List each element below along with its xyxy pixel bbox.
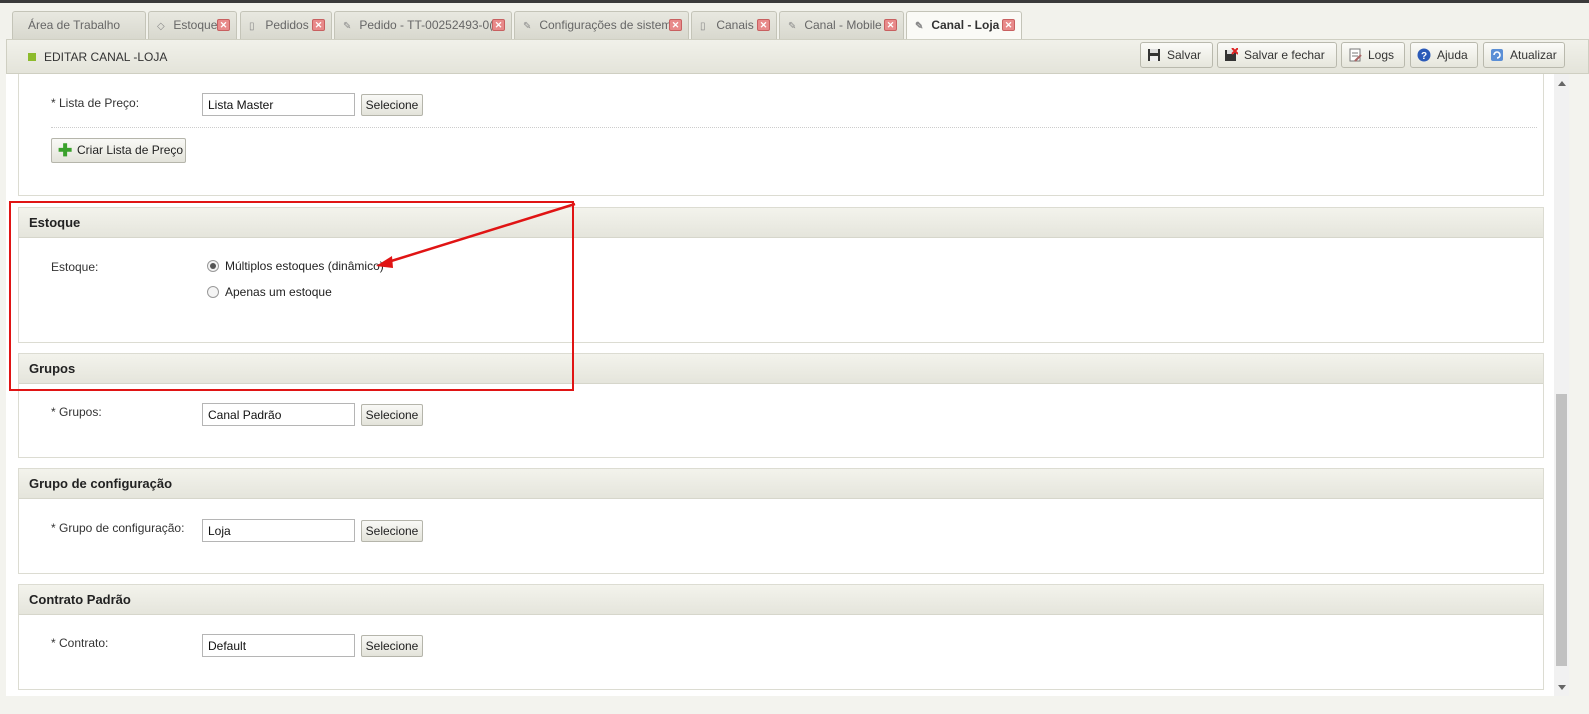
save-close-label: Salvar e fechar bbox=[1244, 48, 1325, 62]
pencil-icon: ✎ bbox=[788, 21, 797, 32]
tab-pedido-tt[interactable]: ✎ Pedido - TT-00252493-0( ✕ bbox=[334, 11, 512, 39]
close-icon[interactable]: ✕ bbox=[669, 19, 682, 31]
vertical-scrollbar[interactable] bbox=[1554, 74, 1569, 696]
contract-input[interactable] bbox=[202, 634, 355, 657]
logs-label: Logs bbox=[1368, 48, 1395, 62]
price-list-panel: * Lista de Preço: Selecione ✚ Criar List… bbox=[18, 74, 1544, 196]
config-group-select-button[interactable]: Selecione bbox=[361, 520, 423, 542]
scroll-up-arrow-icon[interactable] bbox=[1558, 81, 1566, 86]
svg-text:?: ? bbox=[1421, 51, 1427, 62]
refresh-icon bbox=[1491, 49, 1503, 61]
help-question-icon: ? bbox=[1417, 48, 1431, 62]
save-label: Salvar bbox=[1167, 48, 1202, 62]
tab-label: Estoque bbox=[173, 18, 218, 32]
tab-bar: Área de Trabalho ◇ Estoque ✕ ▯ Pedidos ✕… bbox=[0, 3, 1589, 40]
tab-estoque[interactable]: ◇ Estoque ✕ bbox=[148, 11, 237, 39]
close-icon[interactable]: ✕ bbox=[217, 19, 230, 31]
annotation-highlight-box bbox=[9, 201, 574, 391]
scroll-down-arrow-icon[interactable] bbox=[1558, 685, 1566, 690]
config-group-input[interactable] bbox=[202, 519, 355, 542]
floppy-disk-icon bbox=[1148, 49, 1160, 61]
config-group-section-title: Grupo de configuração bbox=[19, 469, 1543, 499]
groups-input[interactable] bbox=[202, 403, 355, 426]
logs-button[interactable]: Logs bbox=[1341, 42, 1405, 68]
pencil-icon: ✎ bbox=[343, 21, 352, 32]
tab-canal-loja[interactable]: ✎ Canal - Loja ✕ bbox=[906, 11, 1022, 40]
cube-icon: ◇ bbox=[157, 21, 165, 32]
document-icon: ▯ bbox=[700, 21, 706, 32]
close-icon[interactable]: ✕ bbox=[312, 19, 325, 31]
tab-label: Pedido - TT-00252493-0( bbox=[359, 18, 493, 32]
close-icon[interactable]: ✕ bbox=[884, 19, 897, 31]
pencil-icon: ✎ bbox=[915, 21, 924, 32]
log-document-icon bbox=[1349, 48, 1362, 62]
tab-canais[interactable]: ▯ Canais ✕ bbox=[691, 11, 777, 39]
tab-label: Canal - Mobile bbox=[804, 18, 882, 32]
contract-select-button[interactable]: Selecione bbox=[361, 635, 423, 657]
tab-label: Área de Trabalho bbox=[28, 18, 121, 32]
save-close-icon bbox=[1225, 48, 1238, 61]
close-icon[interactable]: ✕ bbox=[492, 19, 505, 31]
contract-panel: Contrato Padrão * Contrato: Selecione bbox=[18, 584, 1544, 690]
save-and-close-button[interactable]: Salvar e fechar bbox=[1217, 42, 1337, 68]
contract-section-title: Contrato Padrão bbox=[19, 585, 1543, 615]
price-list-input[interactable] bbox=[202, 93, 355, 116]
groups-select-button[interactable]: Selecione bbox=[361, 404, 423, 426]
contract-label: * Contrato: bbox=[51, 636, 109, 650]
scrollbar-thumb[interactable] bbox=[1556, 394, 1567, 666]
pencil-icon: ✎ bbox=[523, 21, 532, 32]
document-icon: ▯ bbox=[249, 21, 255, 32]
plus-icon: ✚ bbox=[58, 141, 73, 160]
create-price-list-label: Criar Lista de Preço bbox=[77, 143, 184, 157]
divider bbox=[51, 127, 1537, 128]
page-title: EDITAR CANAL -LOJA bbox=[44, 50, 168, 64]
refresh-label: Atualizar bbox=[1510, 48, 1557, 62]
tab-label: Configurações de sistem bbox=[539, 18, 672, 32]
groups-label: * Grupos: bbox=[51, 405, 102, 419]
help-label: Ajuda bbox=[1437, 48, 1468, 62]
price-list-label: * Lista de Preço: bbox=[51, 96, 140, 110]
refresh-button[interactable]: Atualizar bbox=[1483, 42, 1565, 68]
tab-label: Canal - Loja bbox=[931, 18, 1000, 32]
config-group-label: * Grupo de configuração: bbox=[51, 521, 185, 535]
page-header: EDITAR CANAL -LOJA Salvar Salvar e fecha… bbox=[6, 39, 1589, 74]
config-group-panel: Grupo de configuração * Grupo de configu… bbox=[18, 468, 1544, 574]
tab-canal-mobile[interactable]: ✎ Canal - Mobile ✕ bbox=[779, 11, 904, 39]
price-list-select-button[interactable]: Selecione bbox=[361, 94, 423, 116]
tab-configuracoes[interactable]: ✎ Configurações de sistem ✕ bbox=[514, 11, 689, 39]
create-price-list-button[interactable]: ✚ Criar Lista de Preço bbox=[51, 138, 186, 163]
bottom-strip bbox=[0, 696, 1589, 714]
save-button[interactable]: Salvar bbox=[1140, 42, 1213, 68]
close-icon[interactable]: ✕ bbox=[757, 19, 770, 31]
tab-area-de-trabalho[interactable]: Área de Trabalho bbox=[12, 11, 146, 39]
close-icon[interactable]: ✕ bbox=[1002, 19, 1015, 31]
status-square-icon bbox=[28, 53, 36, 61]
tab-pedidos[interactable]: ▯ Pedidos ✕ bbox=[240, 11, 332, 39]
help-button[interactable]: ? Ajuda bbox=[1410, 42, 1478, 68]
